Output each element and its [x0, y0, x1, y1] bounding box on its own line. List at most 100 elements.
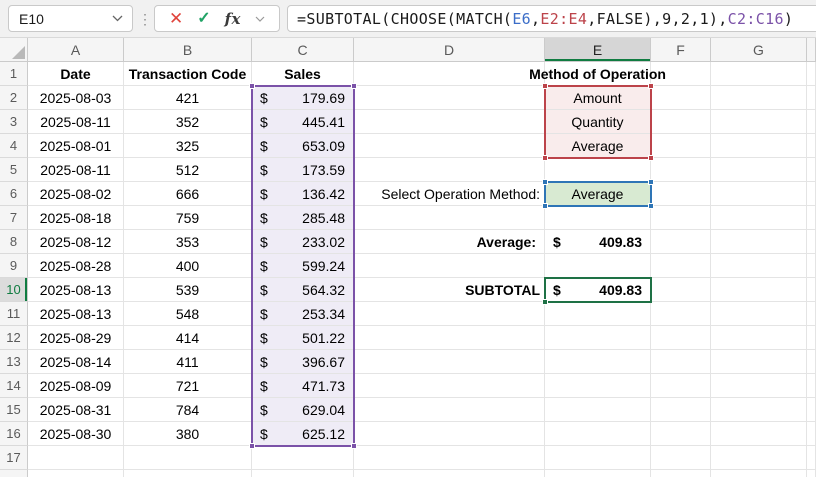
cell-A1[interactable]: Date [28, 62, 124, 86]
cell-F2[interactable] [651, 86, 711, 110]
formula-input[interactable]: =SUBTOTAL(CHOOSE(MATCH(E6,E2:E4,FALSE),9… [287, 5, 816, 32]
column-header-D[interactable]: D [354, 38, 545, 62]
range-highlight-E2-E4[interactable] [542, 83, 654, 161]
column-header-A[interactable]: A [28, 38, 124, 62]
column-header-G[interactable]: G [711, 38, 807, 62]
cell-F6[interactable] [651, 182, 711, 206]
cell-H9[interactable] [807, 254, 816, 278]
cell-H5[interactable] [807, 158, 816, 182]
row-header-16[interactable]: 16 [0, 422, 28, 446]
selection-handle[interactable] [249, 83, 255, 89]
cell-C17[interactable] [252, 446, 354, 470]
cell-G4[interactable] [711, 134, 807, 158]
cell-D17[interactable] [354, 446, 545, 470]
cell-F12[interactable] [651, 326, 711, 350]
row-header-12[interactable]: 12 [0, 326, 28, 350]
cell-E9[interactable] [545, 254, 651, 278]
cell-E12[interactable] [545, 326, 651, 350]
cell-H15[interactable] [807, 398, 816, 422]
cell-D16[interactable] [354, 422, 545, 446]
cell-H6[interactable] [807, 182, 816, 206]
cell-G9[interactable] [711, 254, 807, 278]
cell-G14[interactable] [711, 374, 807, 398]
cell-H4[interactable] [807, 134, 816, 158]
cell-H14[interactable] [807, 374, 816, 398]
cell-F7[interactable] [651, 206, 711, 230]
cell-A15[interactable]: 2025-08-31 [28, 398, 124, 422]
cell-D13[interactable] [354, 350, 545, 374]
cell-F4[interactable] [651, 134, 711, 158]
cell-G7[interactable] [711, 206, 807, 230]
cell-G3[interactable] [711, 110, 807, 134]
cell-H2[interactable] [807, 86, 816, 110]
reference-selection-E6[interactable] [542, 179, 654, 209]
cell-F10[interactable] [651, 278, 711, 302]
cell-B7[interactable]: 759 [124, 206, 252, 230]
cell-A2[interactable]: 2025-08-03 [28, 86, 124, 110]
cell-D14[interactable] [354, 374, 545, 398]
cancel-icon[interactable]: ✕ [169, 10, 183, 27]
cell-B16[interactable]: 380 [124, 422, 252, 446]
cell-B3[interactable]: 352 [124, 110, 252, 134]
cell-B17[interactable] [124, 446, 252, 470]
cell-D4[interactable] [354, 134, 545, 158]
cell-E8[interactable]: $409.83 [545, 230, 651, 254]
confirm-icon[interactable]: ✓ [197, 10, 210, 27]
cell-A10[interactable]: 2025-08-13 [28, 278, 124, 302]
cell-D11[interactable] [354, 302, 545, 326]
cell-D1[interactable] [354, 62, 545, 86]
selection-handle[interactable] [351, 83, 357, 89]
cell-B6[interactable]: 666 [124, 182, 252, 206]
cell-A14[interactable]: 2025-08-09 [28, 374, 124, 398]
cell-H7[interactable] [807, 206, 816, 230]
cell-B18[interactable] [124, 470, 252, 477]
cell-A7[interactable]: 2025-08-18 [28, 206, 124, 230]
cell-B9[interactable]: 400 [124, 254, 252, 278]
row-header-1[interactable]: 1 [0, 62, 28, 86]
selection-handle[interactable] [542, 155, 548, 161]
cell-G13[interactable] [711, 350, 807, 374]
cell-G12[interactable] [711, 326, 807, 350]
cell-A17[interactable] [28, 446, 124, 470]
cell-B11[interactable]: 548 [124, 302, 252, 326]
selection-handle[interactable] [249, 443, 255, 449]
cell-A18[interactable] [28, 470, 124, 477]
selection-handle[interactable] [648, 203, 654, 209]
selection-handle[interactable] [542, 203, 548, 209]
active-cell-border-E10[interactable] [542, 277, 652, 305]
column-header-H[interactable] [807, 38, 816, 62]
cell-B4[interactable]: 325 [124, 134, 252, 158]
cell-G15[interactable] [711, 398, 807, 422]
cell-G18[interactable] [711, 470, 807, 477]
cell-G11[interactable] [711, 302, 807, 326]
cell-D10[interactable]: SUBTOTAL [354, 278, 545, 302]
cell-D9[interactable] [354, 254, 545, 278]
cell-E17[interactable] [545, 446, 651, 470]
cell-B2[interactable]: 421 [124, 86, 252, 110]
cell-D5[interactable] [354, 158, 545, 182]
cell-H3[interactable] [807, 110, 816, 134]
cell-G17[interactable] [711, 446, 807, 470]
cell-E13[interactable] [545, 350, 651, 374]
row-header-7[interactable]: 7 [0, 206, 28, 230]
chevron-down-icon[interactable] [255, 16, 265, 22]
cell-H10[interactable] [807, 278, 816, 302]
drag-handle-dots-icon[interactable]: ⋮ [138, 0, 152, 38]
cell-H18[interactable] [807, 470, 816, 477]
cell-G8[interactable] [711, 230, 807, 254]
cell-G5[interactable] [711, 158, 807, 182]
cell-F16[interactable] [651, 422, 711, 446]
cell-E15[interactable] [545, 398, 651, 422]
cell-D15[interactable] [354, 398, 545, 422]
chevron-down-icon[interactable] [112, 15, 132, 22]
cell-C18[interactable] [252, 470, 354, 477]
cell-B14[interactable]: 721 [124, 374, 252, 398]
insert-function-icon[interactable]: fx [225, 10, 241, 28]
cell-A8[interactable]: 2025-08-12 [28, 230, 124, 254]
cell-C1[interactable]: Sales [252, 62, 354, 86]
cell-F18[interactable] [651, 470, 711, 477]
fill-handle[interactable] [542, 299, 548, 305]
cell-D8[interactable]: Average: [354, 230, 545, 254]
cell-B5[interactable]: 512 [124, 158, 252, 182]
cell-A5[interactable]: 2025-08-11 [28, 158, 124, 182]
